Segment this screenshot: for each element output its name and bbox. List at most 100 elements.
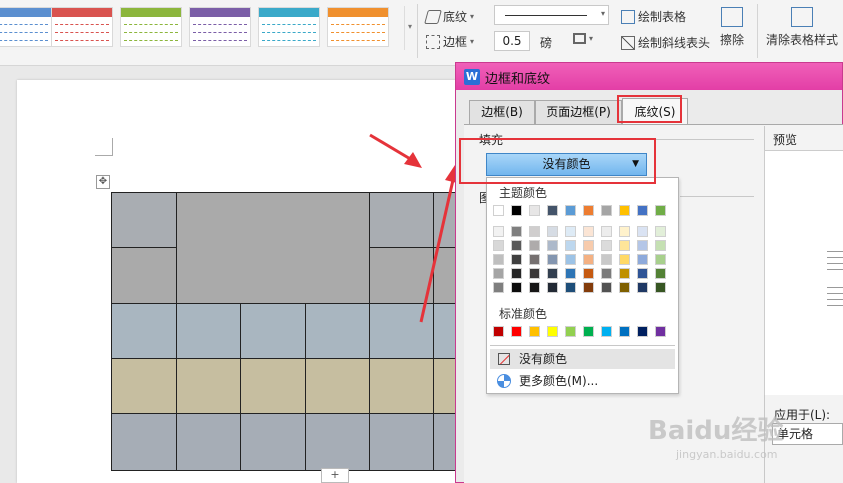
theme-shade-swatch[interactable]	[529, 268, 540, 279]
table-cell[interactable]	[240, 358, 306, 414]
theme-shade-swatch[interactable]	[547, 240, 558, 251]
clear-table-style-button[interactable]: 清除表格样式	[766, 7, 838, 48]
standard-color-swatch[interactable]	[601, 326, 612, 337]
theme-color-swatch[interactable]	[619, 205, 630, 216]
theme-shade-swatch[interactable]	[655, 268, 666, 279]
line-width-input[interactable]: 0.5	[494, 31, 530, 51]
theme-shade-swatch[interactable]	[655, 240, 666, 251]
theme-shade-swatch[interactable]	[547, 226, 558, 237]
theme-shade-swatch[interactable]	[601, 282, 612, 293]
table-cell[interactable]	[240, 303, 306, 359]
table-cell[interactable]	[111, 358, 177, 414]
table-cell[interactable]	[176, 303, 241, 359]
theme-shade-swatch[interactable]	[583, 240, 594, 251]
theme-shade-swatch[interactable]	[493, 268, 504, 279]
add-row-button[interactable]: +	[321, 468, 349, 483]
theme-shade-swatch[interactable]	[637, 226, 648, 237]
table-style-thumbnail[interactable]	[258, 7, 320, 47]
theme-shade-swatch[interactable]	[601, 254, 612, 265]
standard-color-swatch[interactable]	[619, 326, 630, 337]
theme-shade-swatch[interactable]	[529, 282, 540, 293]
tab-page-border[interactable]: 页面边框(P)	[535, 100, 622, 124]
table-cell[interactable]	[305, 303, 370, 359]
table-move-handle[interactable]: ✥	[96, 175, 110, 189]
theme-shade-swatch[interactable]	[493, 282, 504, 293]
table-style-thumbnail[interactable]	[0, 7, 52, 47]
theme-shade-swatch[interactable]	[565, 240, 576, 251]
table-cell[interactable]	[176, 192, 370, 304]
table-style-thumbnail[interactable]	[120, 7, 182, 47]
theme-color-swatch[interactable]	[511, 205, 522, 216]
theme-shade-swatch[interactable]	[655, 254, 666, 265]
theme-shade-swatch[interactable]	[637, 268, 648, 279]
standard-color-swatch[interactable]	[565, 326, 576, 337]
table-style-thumbnail[interactable]	[189, 7, 251, 47]
theme-shade-swatch[interactable]	[583, 282, 594, 293]
theme-color-swatch[interactable]	[565, 205, 576, 216]
theme-shade-swatch[interactable]	[655, 282, 666, 293]
table-cell[interactable]	[369, 413, 434, 471]
table-cell[interactable]	[111, 247, 177, 304]
theme-color-swatch[interactable]	[547, 205, 558, 216]
theme-shade-swatch[interactable]	[547, 268, 558, 279]
standard-color-swatch[interactable]	[655, 326, 666, 337]
standard-color-swatch[interactable]	[547, 326, 558, 337]
table-style-thumbnail[interactable]	[51, 7, 113, 47]
table-style-thumbnail[interactable]	[327, 7, 389, 47]
table-cell[interactable]	[305, 413, 370, 471]
theme-shade-swatch[interactable]	[493, 254, 504, 265]
theme-shade-swatch[interactable]	[601, 240, 612, 251]
standard-color-swatch[interactable]	[511, 326, 522, 337]
tab-borders[interactable]: 边框(B)	[469, 100, 535, 124]
theme-shade-swatch[interactable]	[583, 226, 594, 237]
theme-shade-swatch[interactable]	[619, 240, 630, 251]
theme-shade-swatch[interactable]	[565, 254, 576, 265]
table-cell[interactable]	[111, 303, 177, 359]
line-style-select[interactable]: ▾	[494, 5, 609, 25]
table-cell[interactable]	[433, 413, 457, 471]
table-cell[interactable]	[240, 413, 306, 471]
standard-color-swatch[interactable]	[529, 326, 540, 337]
table-cell[interactable]	[176, 413, 241, 471]
theme-shade-swatch[interactable]	[583, 268, 594, 279]
theme-shade-swatch[interactable]	[601, 268, 612, 279]
table-cell[interactable]	[176, 358, 241, 414]
draw-diagonal-button[interactable]: 绘制斜线表头	[621, 34, 710, 51]
eraser-button[interactable]: 擦除	[720, 7, 744, 48]
theme-shade-swatch[interactable]	[655, 226, 666, 237]
theme-shade-swatch[interactable]	[637, 254, 648, 265]
theme-color-swatch[interactable]	[529, 205, 540, 216]
theme-shade-swatch[interactable]	[565, 282, 576, 293]
theme-shade-swatch[interactable]	[529, 240, 540, 251]
standard-color-swatch[interactable]	[637, 326, 648, 337]
theme-shade-swatch[interactable]	[619, 254, 630, 265]
theme-shade-swatch[interactable]	[547, 282, 558, 293]
border-button[interactable]: 边框 ▾	[426, 33, 474, 50]
theme-shade-swatch[interactable]	[529, 226, 540, 237]
table-cell[interactable]	[369, 358, 434, 414]
gallery-scroll-button[interactable]: ▾	[404, 6, 415, 50]
theme-shade-swatch[interactable]	[511, 282, 522, 293]
draw-table-button[interactable]: 绘制表格	[621, 8, 686, 25]
theme-shade-swatch[interactable]	[511, 240, 522, 251]
theme-color-swatch[interactable]	[493, 205, 504, 216]
shading-button[interactable]: 底纹 ▾	[424, 8, 474, 25]
table-cell[interactable]	[305, 358, 370, 414]
theme-shade-swatch[interactable]	[619, 226, 630, 237]
table-cell[interactable]	[111, 192, 177, 248]
theme-shade-swatch[interactable]	[619, 282, 630, 293]
theme-shade-swatch[interactable]	[529, 254, 540, 265]
standard-color-swatch[interactable]	[583, 326, 594, 337]
theme-shade-swatch[interactable]	[637, 240, 648, 251]
more-colors-option[interactable]: 更多颜色(M)...	[490, 371, 675, 391]
theme-color-swatch[interactable]	[583, 205, 594, 216]
theme-shade-swatch[interactable]	[619, 268, 630, 279]
theme-shade-swatch[interactable]	[511, 268, 522, 279]
no-color-option[interactable]: 没有颜色	[490, 349, 675, 369]
theme-shade-swatch[interactable]	[511, 254, 522, 265]
theme-shade-swatch[interactable]	[601, 226, 612, 237]
theme-shade-swatch[interactable]	[583, 254, 594, 265]
table-cell[interactable]	[433, 358, 457, 414]
theme-color-swatch[interactable]	[601, 205, 612, 216]
theme-shade-swatch[interactable]	[547, 254, 558, 265]
